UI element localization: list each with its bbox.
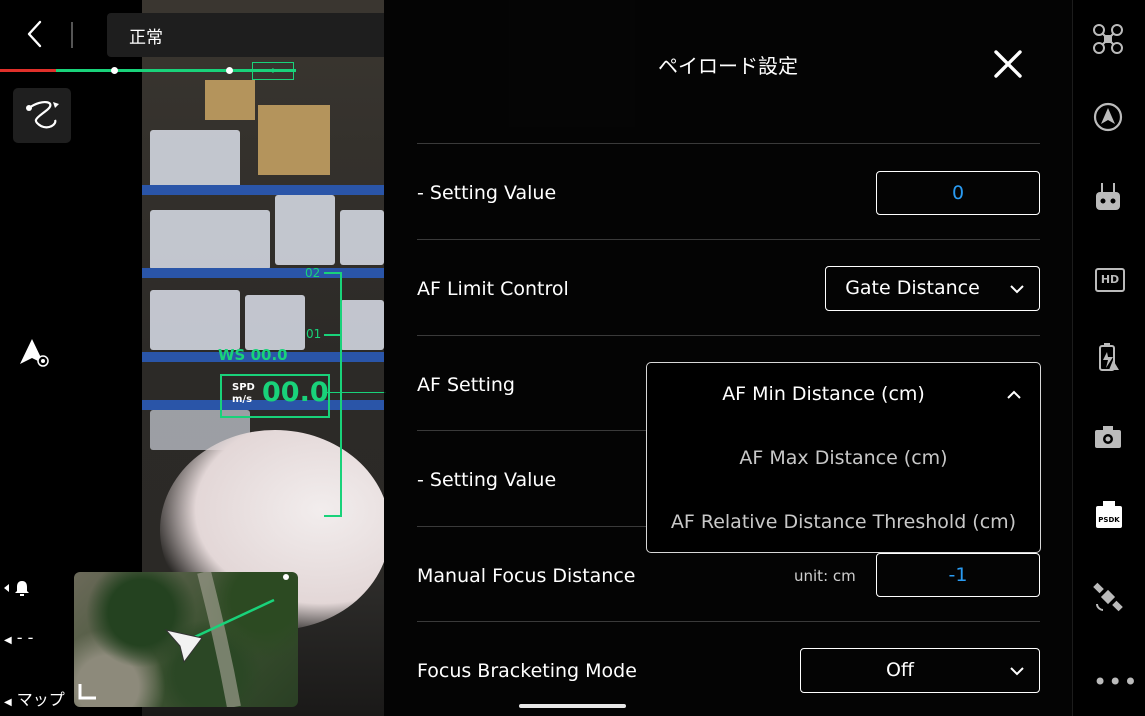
speed-unit: SPD m/s [232,382,255,405]
divider [417,239,1040,240]
setting-value-input[interactable]: 0 [876,171,1040,215]
divider [71,22,73,48]
progress-marker [226,67,233,74]
af-setting-dropdown[interactable]: AF Min Distance (cm) AF Max Distance (cm… [646,362,1041,553]
altitude-tick-label: 01 [306,327,322,341]
navigation-arrow-icon [20,339,49,367]
setting-value-label: - Setting Value [417,182,557,204]
drone-icon[interactable] [1091,22,1125,56]
svg-text:PSDK: PSDK [1098,516,1120,524]
wind-speed-label: WS 00.0 [218,346,288,364]
unit-label: unit: cm [794,567,856,585]
divider [417,621,1040,622]
home-indicator [519,704,626,708]
divider [417,143,1040,144]
back-button[interactable] [20,18,52,50]
progress-bar-red [0,69,56,72]
close-button[interactable] [990,46,1026,82]
focus-bracketing-mode-dropdown[interactable]: Off [800,648,1040,693]
af-option[interactable]: AF Relative Distance Threshold (cm) [647,511,1040,533]
chevron-down-icon [1010,666,1024,675]
setting-value-label: - Setting Value [417,469,557,491]
status-label: 正常 [129,28,163,48]
chevron-left-icon [27,20,42,48]
progress-marker [111,67,118,74]
speed-value: 00.0 [262,377,329,408]
satellite-icon[interactable] [1091,580,1125,614]
af-option-selected[interactable]: AF Min Distance (cm) [647,383,1000,405]
alarm-toggle[interactable] [4,578,40,602]
mini-readout: ◀ - - [4,628,34,647]
divider [417,335,1040,336]
altitude-tick-label: 02 [305,266,321,280]
altitude-scale [340,272,342,517]
nav-visibility-button[interactable] [18,336,52,370]
battery-icon[interactable] [1091,340,1125,374]
af-limit-control-dropdown[interactable]: Gate Distance [825,266,1040,311]
psdk-icon[interactable]: PSDK [1095,500,1123,530]
manual-focus-distance-input[interactable]: -1 [876,553,1040,597]
page-title: ペイロード設定 [658,54,798,78]
remote-controller-icon[interactable] [1091,180,1125,214]
camera-icon[interactable] [1091,420,1125,454]
af-limit-control-label: AF Limit Control [417,278,569,300]
compass-icon[interactable] [1091,100,1125,134]
route-icon [26,101,59,129]
waypoint-button[interactable] [13,88,71,143]
timeline-indicator: - -:- - [252,62,294,80]
bell-icon [4,581,29,596]
chevron-down-icon [1010,284,1024,293]
more-icon[interactable]: ••• [1093,668,1138,696]
hd-icon[interactable]: HD [1095,268,1125,292]
payload-settings-panel [384,0,1072,716]
af-option[interactable]: AF Max Distance (cm) [647,447,1040,469]
close-icon [994,50,1022,78]
map-toggle[interactable]: ◀ マップ [4,686,65,710]
af-setting-label: AF Setting [417,374,515,396]
chevron-up-icon [1007,390,1021,399]
focus-bracketing-mode-label: Focus Bracketing Mode [417,660,637,682]
manual-focus-distance-label: Manual Focus Distance [417,565,636,587]
map-arrow-icon [78,572,289,707]
minimap[interactable] [74,572,298,707]
